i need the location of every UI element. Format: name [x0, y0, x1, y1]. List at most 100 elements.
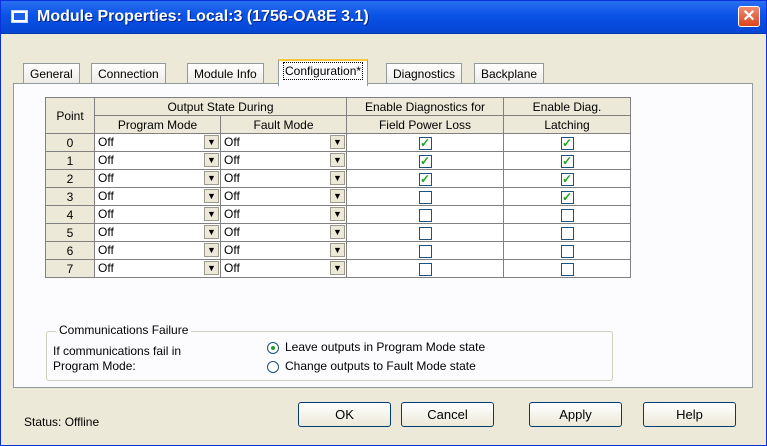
- program-mode-dropdown[interactable]: Off ▼: [94, 241, 221, 260]
- enable-diagnostics-checkbox[interactable]: [346, 187, 504, 206]
- title-bar[interactable]: Module Properties: Local:3 (1756-OA8E 3.…: [1, 1, 766, 34]
- enable-latching-checkbox[interactable]: [503, 205, 631, 224]
- fault-mode-dropdown[interactable]: Off ▼: [220, 133, 347, 152]
- enable-diagnostics-checkbox[interactable]: [346, 259, 504, 278]
- checkmark-icon[interactable]: ✓: [560, 136, 574, 150]
- fault-mode-dropdown[interactable]: Off ▼: [220, 169, 347, 188]
- fault-mode-dropdown[interactable]: Off ▼: [220, 151, 347, 170]
- enable-diagnostics-checkbox[interactable]: ✓: [346, 151, 504, 170]
- checkmark-icon[interactable]: ✓: [418, 172, 432, 186]
- checkbox-empty[interactable]: [418, 208, 432, 222]
- communications-failure-description: If communications fail in Program Mode:: [53, 344, 182, 373]
- chevron-down-icon[interactable]: ▼: [330, 225, 345, 239]
- enable-diagnostics-checkbox[interactable]: ✓: [346, 169, 504, 188]
- checkbox-empty[interactable]: [560, 226, 574, 240]
- program-mode-dropdown[interactable]: Off ▼: [94, 169, 221, 188]
- table-row: 5 Off ▼ Off ▼: [45, 223, 631, 242]
- chevron-down-icon[interactable]: ▼: [330, 261, 345, 275]
- enable-latching-checkbox[interactable]: ✓: [503, 133, 631, 152]
- fault-mode-dropdown[interactable]: Off ▼: [220, 205, 347, 224]
- checkmark-icon[interactable]: ✓: [560, 190, 574, 204]
- checkmark-icon[interactable]: ✓: [418, 154, 432, 168]
- communications-failure-group: Communications Failure If communications…: [46, 323, 613, 381]
- checkmark-icon[interactable]: ✓: [418, 136, 432, 150]
- checkbox-empty[interactable]: [418, 244, 432, 258]
- enable-diagnostics-checkbox[interactable]: [346, 205, 504, 224]
- header-enable-diag: Enable Diag.: [503, 97, 631, 116]
- header-point: Point: [45, 97, 95, 134]
- chevron-down-icon[interactable]: ▼: [204, 135, 219, 149]
- table-row: 3 Off ▼ Off ▼ ✓: [45, 187, 631, 206]
- checkbox-empty[interactable]: [560, 262, 574, 276]
- radio-button-unselected[interactable]: [267, 360, 279, 373]
- enable-diagnostics-checkbox[interactable]: ✓: [346, 133, 504, 152]
- enable-latching-checkbox[interactable]: [503, 259, 631, 278]
- window-title: Module Properties: Local:3 (1756-OA8E 3.…: [37, 8, 369, 25]
- checkbox-empty[interactable]: [418, 226, 432, 240]
- chevron-down-icon[interactable]: ▼: [330, 207, 345, 221]
- point-cell: 0: [45, 133, 95, 152]
- program-mode-dropdown[interactable]: Off ▼: [94, 223, 221, 242]
- apply-button[interactable]: Apply: [529, 402, 622, 427]
- table-row: 2 Off ▼ Off ▼ ✓ ✓: [45, 169, 631, 188]
- point-cell: 4: [45, 205, 95, 224]
- status-text: Status: Offline: [24, 415, 100, 429]
- checkbox-empty[interactable]: [418, 190, 432, 204]
- ok-button[interactable]: OK: [298, 402, 391, 427]
- chevron-down-icon[interactable]: ▼: [330, 171, 345, 185]
- chevron-down-icon[interactable]: ▼: [330, 135, 345, 149]
- chevron-down-icon[interactable]: ▼: [204, 243, 219, 257]
- help-button[interactable]: Help: [643, 402, 736, 427]
- enable-diagnostics-checkbox[interactable]: [346, 223, 504, 242]
- cancel-button[interactable]: Cancel: [401, 402, 494, 427]
- chevron-down-icon[interactable]: ▼: [330, 153, 345, 167]
- enable-latching-checkbox[interactable]: ✓: [503, 169, 631, 188]
- fault-mode-dropdown[interactable]: Off ▼: [220, 187, 347, 206]
- checkbox-empty[interactable]: [560, 208, 574, 222]
- enable-latching-checkbox[interactable]: [503, 241, 631, 260]
- fault-mode-dropdown[interactable]: Off ▼: [220, 241, 347, 260]
- table-row: 6 Off ▼ Off ▼: [45, 241, 631, 260]
- chevron-down-icon[interactable]: ▼: [204, 207, 219, 221]
- close-button[interactable]: ✕: [738, 6, 760, 27]
- checkbox-empty[interactable]: [560, 244, 574, 258]
- chevron-down-icon[interactable]: ▼: [204, 261, 219, 275]
- point-cell: 7: [45, 259, 95, 278]
- chevron-down-icon[interactable]: ▼: [330, 189, 345, 203]
- program-mode-dropdown[interactable]: Off ▼: [94, 259, 221, 278]
- chevron-down-icon[interactable]: ▼: [204, 153, 219, 167]
- chevron-down-icon[interactable]: ▼: [204, 225, 219, 239]
- communications-failure-legend: Communications Failure: [56, 323, 192, 337]
- chevron-down-icon[interactable]: ▼: [204, 171, 219, 185]
- tab-module-info[interactable]: Module Info: [187, 63, 264, 84]
- checkmark-icon[interactable]: ✓: [560, 172, 574, 186]
- enable-latching-checkbox[interactable]: [503, 223, 631, 242]
- table-row: 0 Off ▼ Off ▼ ✓ ✓: [45, 133, 631, 152]
- radio-button-selected[interactable]: [267, 341, 279, 354]
- table-row: 1 Off ▼ Off ▼ ✓ ✓: [45, 151, 631, 170]
- program-mode-dropdown[interactable]: Off ▼: [94, 205, 221, 224]
- program-mode-dropdown[interactable]: Off ▼: [94, 187, 221, 206]
- radio-leave-program-mode[interactable]: Leave outputs in Program Mode state: [267, 340, 485, 354]
- enable-latching-checkbox[interactable]: ✓: [503, 187, 631, 206]
- enable-diagnostics-checkbox[interactable]: [346, 241, 504, 260]
- fault-mode-dropdown[interactable]: Off ▼: [220, 223, 347, 242]
- chevron-down-icon[interactable]: ▼: [330, 243, 345, 257]
- tab-backplane[interactable]: Backplane: [474, 63, 545, 84]
- checkbox-empty[interactable]: [418, 262, 432, 276]
- header-fault-mode: Fault Mode: [220, 115, 347, 134]
- chevron-down-icon[interactable]: ▼: [204, 189, 219, 203]
- enable-latching-checkbox[interactable]: ✓: [503, 151, 631, 170]
- tab-diagnostics[interactable]: Diagnostics: [386, 63, 463, 84]
- program-mode-dropdown[interactable]: Off ▼: [94, 133, 221, 152]
- table-row: 4 Off ▼ Off ▼: [45, 205, 631, 224]
- tab-connection[interactable]: Connection: [91, 63, 166, 84]
- header-latching: Latching: [503, 115, 631, 134]
- fault-mode-dropdown[interactable]: Off ▼: [220, 259, 347, 278]
- tab-general[interactable]: General: [23, 63, 80, 84]
- checkmark-icon[interactable]: ✓: [560, 154, 574, 168]
- program-mode-dropdown[interactable]: Off ▼: [94, 151, 221, 170]
- window-icon: [11, 10, 28, 23]
- radio-change-fault-mode[interactable]: Change outputs to Fault Mode state: [267, 359, 476, 373]
- tab-configuration[interactable]: Configuration*: [278, 59, 369, 86]
